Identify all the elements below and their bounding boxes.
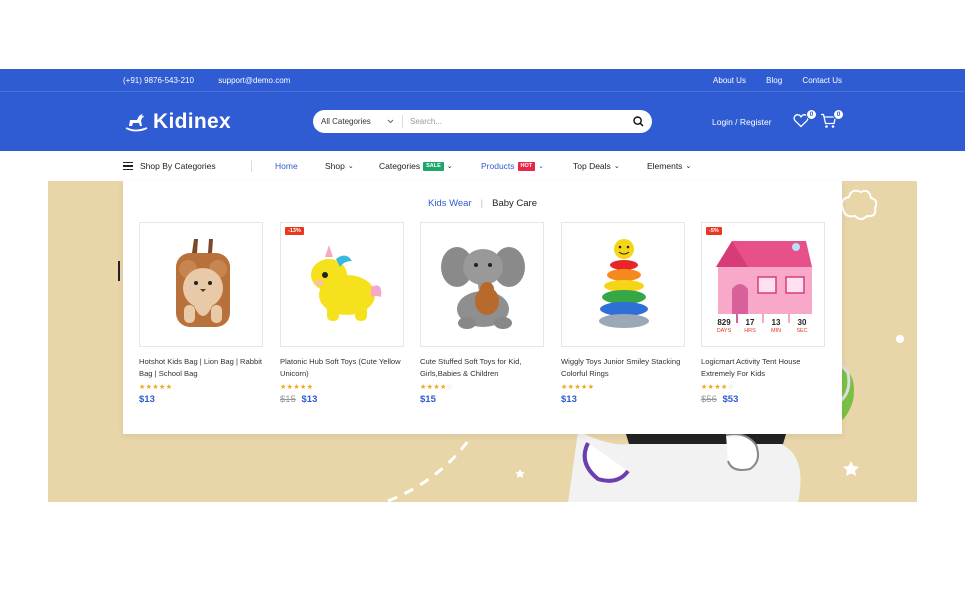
product-title[interactable]: Cute Stuffed Soft Toys for Kid, Girls,Ba… — [420, 356, 544, 380]
product-rating: ★★★★★ — [280, 384, 314, 391]
about-us-link[interactable]: About Us — [713, 76, 746, 85]
search-bar: All Categories — [313, 110, 652, 133]
product-card[interactable]: Hotshot Kids Bag | Lion Bag | Rabbit Bag… — [139, 222, 263, 405]
nav-item-products[interactable]: Products HOT ⌄ — [481, 161, 544, 171]
current-price: $13 — [301, 394, 318, 405]
tab-kids-wear[interactable]: Kids Wear — [428, 198, 472, 209]
current-price: $53 — [722, 394, 739, 405]
search-icon — [632, 116, 644, 127]
product-title[interactable]: Wiggly Toys Junior Smiley Stacking Color… — [561, 356, 685, 380]
chevron-down-icon: ⌄ — [538, 163, 545, 170]
product-image[interactable] — [139, 222, 263, 347]
current-price: $13 — [561, 394, 577, 405]
search-input[interactable] — [410, 117, 624, 126]
product-card[interactable]: Wiggly Toys Junior Smiley Stacking Color… — [561, 222, 685, 405]
contact-us-link[interactable]: Contact Us — [802, 76, 842, 85]
sale-tag: SALE — [423, 161, 444, 171]
countdown-seconds: 30 SEC — [790, 314, 814, 338]
search-button[interactable] — [624, 116, 652, 127]
product-card[interactable]: -13% Platonic Hub Soft Toys (Cute Yellow… — [280, 222, 404, 405]
phone-number[interactable]: (+91) 9876-543-210 — [123, 76, 194, 85]
elephant-toy-image — [441, 247, 525, 329]
wishlist-button[interactable]: 0 — [793, 109, 817, 129]
blog-link[interactable]: Blog — [766, 76, 782, 85]
nav-item-label: Elements — [647, 161, 683, 171]
tab-baby-care[interactable]: Baby Care — [492, 198, 537, 209]
tab-divider: | — [480, 198, 484, 209]
mega-menu-tabs: Kids Wear | Baby Care — [123, 198, 842, 209]
product-rating: ★★★★★ — [561, 384, 595, 391]
top-bar: (+91) 9876-543-210 support@demo.com Abou… — [0, 69, 965, 92]
old-price: $15 — [280, 394, 296, 405]
current-price: $13 — [139, 394, 155, 405]
lion-bag-image — [176, 239, 230, 327]
product-image[interactable] — [561, 222, 685, 347]
nav-item-top-deals[interactable]: Top Deals ⌄ — [573, 161, 620, 171]
nav-item-label: Products — [481, 161, 515, 171]
nav-item-home[interactable]: Home — [275, 161, 298, 171]
brand-logo[interactable]: Kidinex — [123, 110, 231, 134]
rocking-horse-icon — [125, 114, 148, 132]
product-rating: ★★★★☆ — [420, 384, 454, 391]
shop-by-categories-button[interactable]: Shop By Categories — [123, 161, 216, 171]
brand-name: Kidinex — [153, 110, 231, 133]
cart-count-badge: 0 — [833, 109, 844, 120]
nav-item-shop[interactable]: Shop ⌄ — [325, 161, 354, 171]
deal-countdown: 829 DAYS 17 HRS 13 MIN 30 SEC — [712, 314, 816, 338]
nav-divider — [251, 160, 252, 172]
product-image[interactable]: -13% — [280, 222, 404, 347]
stacking-rings-image — [599, 239, 649, 328]
chevron-down-icon — [387, 119, 394, 124]
category-select[interactable]: All Categories — [313, 115, 403, 128]
nav-item-elements[interactable]: Elements ⌄ — [647, 161, 691, 171]
product-price: $15 — [420, 394, 544, 405]
products-mega-menu: Kids Wear | Baby Care Hotshot Kids Bag |… — [123, 181, 842, 434]
countdown-minutes: 13 MIN — [764, 314, 788, 338]
product-title[interactable]: Hotshot Kids Bag | Lion Bag | Rabbit Bag… — [139, 356, 263, 380]
shop-by-categories-label: Shop By Categories — [140, 161, 216, 171]
current-price: $15 — [420, 394, 436, 405]
nav-item-label: Home — [275, 161, 298, 171]
countdown-days: 829 DAYS — [712, 314, 736, 338]
product-card[interactable]: Cute Stuffed Soft Toys for Kid, Girls,Ba… — [420, 222, 544, 405]
cart-button[interactable]: 0 — [820, 109, 844, 129]
wishlist-count-badge: 0 — [806, 109, 817, 120]
unicorn-toy-image — [311, 245, 382, 321]
countdown-hours: 17 HRS — [738, 314, 762, 338]
chevron-down-icon: ⌄ — [446, 163, 453, 170]
login-register-link[interactable]: Login / Register — [712, 117, 772, 127]
product-price: $13 — [139, 394, 263, 405]
chevron-down-icon: ⌄ — [613, 163, 620, 170]
product-card[interactable]: -5% 829 DAYS 17 HRS 13 MIN 30 SEC Logicmart … — [701, 222, 825, 405]
category-select-value: All Categories — [321, 117, 371, 126]
menu-icon — [123, 162, 133, 170]
product-price: $15 $13 — [280, 394, 404, 405]
product-image[interactable]: -5% 829 DAYS 17 HRS 13 MIN 30 SEC — [701, 222, 825, 347]
nav-item-label: Top Deals — [573, 161, 611, 171]
support-email[interactable]: support@demo.com — [218, 76, 290, 85]
product-rating: ★★★★★ — [139, 384, 173, 391]
product-rating: ★★★★☆ — [701, 384, 735, 391]
discount-badge: -13% — [285, 227, 304, 235]
discount-badge: -5% — [706, 227, 722, 235]
product-price: $56 $53 — [701, 394, 825, 405]
product-title[interactable]: Logicmart Activity Tent House Extremely … — [701, 356, 825, 380]
old-price: $56 — [701, 394, 717, 405]
nav-item-categories[interactable]: Categories SALE ⌄ — [379, 161, 453, 171]
nav-item-label: Shop — [325, 161, 345, 171]
product-image[interactable] — [420, 222, 544, 347]
chevron-down-icon: ⌄ — [685, 163, 692, 170]
hot-tag: HOT — [517, 161, 536, 171]
nav-item-label: Categories — [379, 161, 421, 171]
main-header: Kidinex All Categories Login / Register … — [0, 92, 965, 151]
product-title[interactable]: Platonic Hub Soft Toys (Cute Yellow Unic… — [280, 356, 404, 380]
product-price: $13 — [561, 394, 685, 405]
main-nav: Shop By Categories Home Shop ⌄ Categorie… — [0, 151, 965, 181]
chevron-down-icon: ⌄ — [347, 163, 354, 170]
